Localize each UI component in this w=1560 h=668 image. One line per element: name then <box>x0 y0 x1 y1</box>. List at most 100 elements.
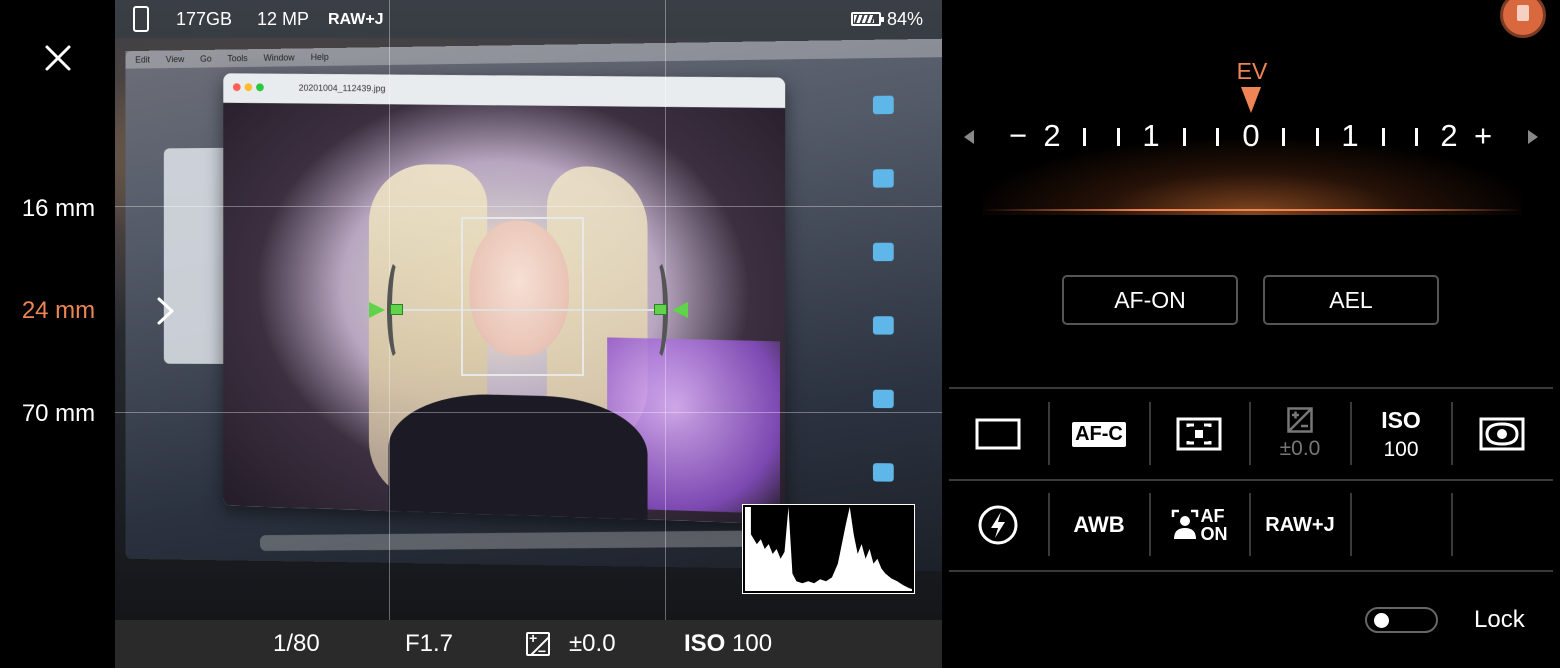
ev-comp-icon: + − <box>526 632 550 656</box>
iso-setting[interactable]: ISO 100 <box>1351 399 1451 469</box>
app-icon[interactable] <box>1500 0 1546 38</box>
face-detect-icon <box>1171 509 1198 539</box>
ev-dial-right-arrow[interactable] <box>1528 130 1538 144</box>
aperture: F1.7 <box>405 630 454 657</box>
status-bar: 177GB 12 MP RAW+J 84% <box>115 0 942 38</box>
grid-line <box>115 412 942 413</box>
ev-tick <box>1282 128 1285 146</box>
level-arrow-left <box>369 302 385 318</box>
ev-label-plus-1: 1 <box>1341 118 1359 153</box>
ev-label-zero: 0 <box>1242 118 1260 153</box>
drive-mode-setting[interactable] <box>948 399 1048 469</box>
face-detect-frame <box>461 217 584 376</box>
divider <box>949 387 1553 389</box>
storage-remaining: 177GB <box>176 9 233 29</box>
megapixels: 12 MP <box>257 9 310 29</box>
scene-desktop-icons <box>852 95 914 537</box>
face-eye-af-setting[interactable]: AF ON <box>1149 490 1249 560</box>
file-format-setting[interactable]: RAW+J <box>1250 490 1350 560</box>
empty-slot <box>1452 490 1552 560</box>
scene-menu-item: Tools <box>227 53 248 64</box>
ev-label-plus-2: 2 <box>1440 118 1458 153</box>
level-marker-left <box>390 304 403 315</box>
focus-mode-setting[interactable]: AF-C <box>1049 399 1149 469</box>
ev-tick <box>1382 128 1385 146</box>
ev-comp-icon <box>1287 407 1313 433</box>
exposure-comp-value: ±0.0 <box>1279 437 1321 460</box>
lock-label: Lock <box>1474 606 1525 633</box>
ev-dial[interactable]: − 2 1 0 1 2 + <box>942 118 1560 158</box>
folder-icon <box>872 316 894 335</box>
battery-icon <box>851 12 884 26</box>
ev-tick <box>1316 128 1319 146</box>
ev-value: ±0.0 <box>569 630 616 657</box>
flash-setting[interactable] <box>948 490 1048 560</box>
divider <box>949 479 1553 481</box>
ev-dial-pointer <box>1241 87 1261 113</box>
lens-16mm[interactable]: 16 mm <box>0 195 115 223</box>
shutter-speed: 1/80 <box>273 630 320 657</box>
ev-dial-baseline <box>982 209 1522 211</box>
ev-tick <box>1183 128 1186 146</box>
ev-label-minus-1: 1 <box>1142 118 1160 153</box>
folder-icon <box>872 463 894 482</box>
folder-icon <box>872 389 894 409</box>
scene-menu-item: Help <box>310 51 329 63</box>
iso-setting-label: ISO <box>1381 406 1421 433</box>
scene-window-title: 20201004_112439.jpg <box>298 82 386 94</box>
scene-menu-item: View <box>165 54 185 65</box>
battery-percent: 84% <box>887 9 924 29</box>
ev-minus: − <box>1008 118 1028 153</box>
level-arrow-right <box>672 302 688 318</box>
focus-mode-label: AF-C <box>1072 421 1126 447</box>
ev-tick <box>1415 128 1418 146</box>
focus-area-icon <box>1176 417 1222 451</box>
storage-device-icon <box>133 6 149 32</box>
histogram <box>742 504 915 594</box>
iso-value: 100 <box>732 630 773 657</box>
af-on-button[interactable]: AF-ON <box>1062 275 1238 325</box>
file-format-label: RAW+J <box>1265 513 1335 536</box>
single-frame-icon <box>975 418 1021 450</box>
divider <box>949 570 1553 572</box>
close-icon[interactable] <box>38 38 78 78</box>
ev-tick <box>1117 128 1120 146</box>
file-format: RAW+J <box>328 11 384 28</box>
iso-label: ISO <box>684 630 726 657</box>
flash-auto-icon <box>978 505 1018 545</box>
ev-dial-label: EV <box>1236 58 1268 84</box>
ev-dial-left-arrow[interactable] <box>964 130 974 144</box>
lens-70mm[interactable]: 70 mm <box>0 400 115 428</box>
lens-selector: 16 mm 24 mm 70 mm <box>0 0 115 668</box>
metering-icon <box>1479 417 1525 451</box>
folder-icon <box>872 242 894 262</box>
white-balance-label: AWB <box>1073 512 1125 537</box>
scene-dock <box>259 530 779 551</box>
control-panel: EV − 2 1 0 1 2 + AF-ON AEL AF-C ±0.0 ISO… <box>942 0 1560 668</box>
folder-icon <box>872 169 894 188</box>
iso-setting-value: 100 <box>1383 437 1419 461</box>
scene-menu-item: Window <box>263 52 295 63</box>
focus-area-setting[interactable] <box>1149 399 1249 469</box>
scene-menu-item: Go <box>200 53 212 64</box>
toggle-knob <box>1374 613 1389 628</box>
window-controls <box>232 83 268 93</box>
empty-slot <box>1351 490 1451 560</box>
lens-24mm[interactable]: 24 mm <box>0 297 115 325</box>
ev-plus: + <box>1473 118 1493 153</box>
white-balance-setting[interactable]: AWB <box>1049 490 1149 560</box>
lock-toggle[interactable] <box>1365 607 1438 633</box>
exposure-comp-setting[interactable]: ±0.0 <box>1250 399 1350 469</box>
scene-menu-item: Edit <box>135 54 150 65</box>
ev-tick <box>1216 128 1219 146</box>
ev-label-minus-2: 2 <box>1043 118 1061 153</box>
ev-tick <box>1083 128 1086 146</box>
folder-icon <box>872 95 894 115</box>
metering-setting[interactable] <box>1452 399 1552 469</box>
ael-button[interactable]: AEL <box>1263 275 1439 325</box>
level-marker-right <box>654 304 667 315</box>
viewfinder[interactable]: Edit View Go Tools Window Help 20201004_… <box>115 0 942 620</box>
chevron-right-icon[interactable] <box>152 295 178 327</box>
exposure-info-bar: 1/80 F1.7 + − ±0.0 ISO 100 <box>115 620 942 668</box>
grid-line <box>115 206 942 207</box>
